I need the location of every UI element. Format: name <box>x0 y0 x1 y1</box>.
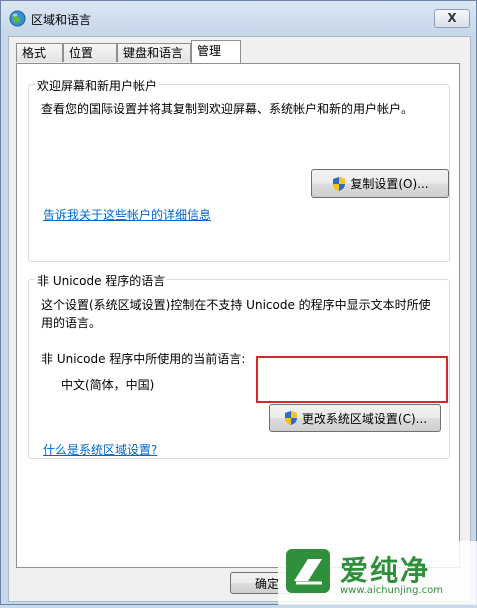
tab-keyboards-languages[interactable]: 键盘和语言 <box>117 43 191 62</box>
tab-label: 格式 <box>22 46 47 60</box>
tab-label: 位置 <box>69 46 94 60</box>
what-is-system-locale-link[interactable]: 什么是系统区域设置? <box>43 441 157 458</box>
ok-label: 确定 <box>254 576 279 591</box>
region-language-window: 区域和语言 X 格式 位置 键盘和语言 管理 欢迎屏幕和新用户帐户 查看您的国际… <box>0 0 477 605</box>
change-locale-label: 更改系统区域设置(C)... <box>301 411 428 426</box>
welcome-screen-group: 欢迎屏幕和新用户帐户 查看您的国际设置并将其复制到欢迎屏幕、系统帐户和新的用户帐… <box>28 77 450 262</box>
change-system-locale-button[interactable]: 更改系统区域设置(C)... <box>269 404 441 432</box>
uac-shield-icon <box>333 176 346 191</box>
non-unicode-group: 非 Unicode 程序的语言 这个设置(系统区域设置)控制在不支持 Unico… <box>28 272 450 459</box>
uac-shield-icon <box>284 411 297 425</box>
copy-settings-label: 复制设置(O)... <box>350 177 429 191</box>
tab-administrative[interactable]: 管理 <box>191 40 241 63</box>
tab-location[interactable]: 位置 <box>63 43 117 62</box>
close-button[interactable]: X <box>434 9 470 28</box>
globe-icon <box>9 10 26 27</box>
window-title: 区域和语言 <box>31 13 92 27</box>
dialog-client: 格式 位置 键盘和语言 管理 欢迎屏幕和新用户帐户 查看您的国际设置并将其复制到… <box>8 36 471 602</box>
non-unicode-description-2: 用的语言。 <box>41 316 102 330</box>
watermark-brand: 爱纯净 <box>340 554 431 587</box>
group-title: 欢迎屏幕和新用户帐户 <box>35 77 160 94</box>
tab-formats[interactable]: 格式 <box>16 43 63 62</box>
welcome-description: 查看您的国际设置并将其复制到欢迎屏幕、系统帐户和新的用户帐户。 <box>41 102 414 116</box>
title-bar[interactable]: 区域和语言 X <box>1 1 476 35</box>
tab-label: 键盘和语言 <box>123 46 184 60</box>
current-language-value: 中文(简体，中国) <box>61 378 155 392</box>
current-language-label: 非 Unicode 程序中所使用的当前语言: <box>41 352 246 366</box>
copy-settings-button[interactable]: 复制设置(O)... <box>311 169 449 198</box>
group-title: 非 Unicode 程序的语言 <box>35 272 168 289</box>
close-icon: X <box>447 11 457 25</box>
watermark: 爱纯净 www.aichunjing.com <box>278 541 477 605</box>
tab-panel-administrative: 欢迎屏幕和新用户帐户 查看您的国际设置并将其复制到欢迎屏幕、系统帐户和新的用户帐… <box>16 63 460 568</box>
watermark-url: www.aichunjing.com <box>340 585 443 596</box>
accounts-details-link[interactable]: 告诉我关于这些帐户的详细信息 <box>43 206 211 223</box>
non-unicode-description-1: 这个设置(系统区域设置)控制在不支持 Unicode 的程序中显示文本时所使 <box>41 298 431 312</box>
tab-label: 管理 <box>197 44 222 58</box>
